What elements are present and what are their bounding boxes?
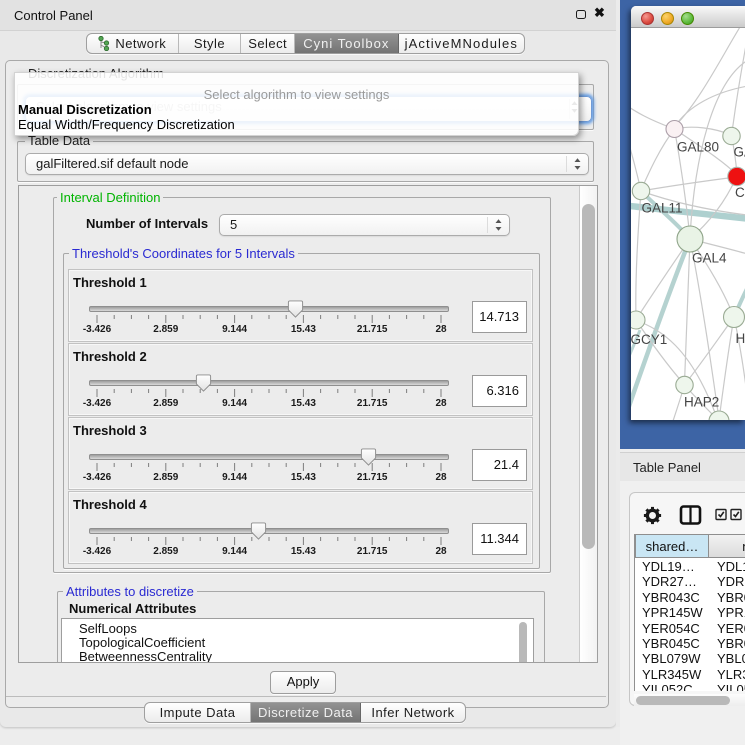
svg-text:C: C bbox=[735, 185, 745, 200]
svg-text:HI: HI bbox=[736, 331, 745, 346]
svg-text:HAP2: HAP2 bbox=[684, 395, 719, 410]
svg-text:GCY1: GCY1 bbox=[631, 332, 667, 347]
svg-text:GA: GA bbox=[734, 145, 745, 160]
svg-text:GAL80: GAL80 bbox=[677, 140, 719, 155]
svg-text:GAL4: GAL4 bbox=[692, 251, 727, 266]
svg-text:GAL11: GAL11 bbox=[642, 201, 683, 216]
